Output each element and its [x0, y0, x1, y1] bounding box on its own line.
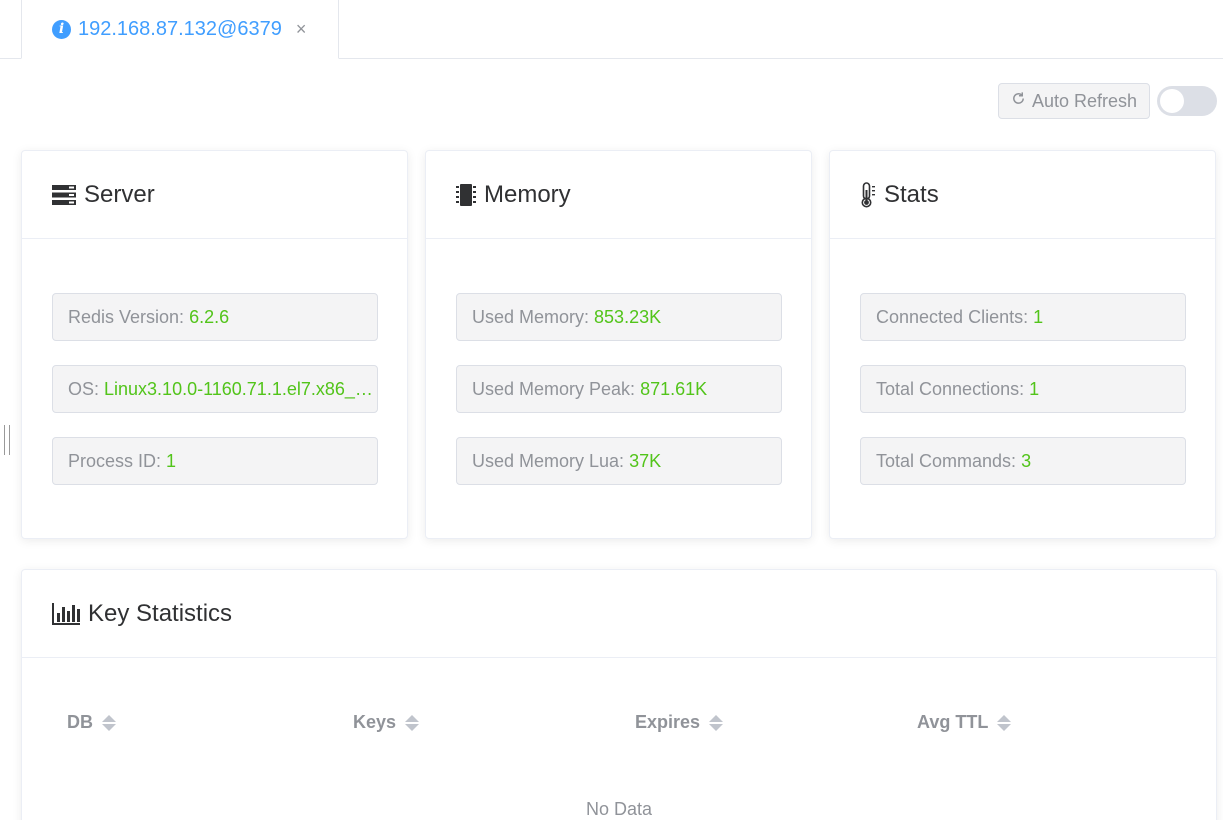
connection-tab[interactable]: i 192.168.87.132@6379 × [21, 0, 339, 59]
stat-value: 871.61K [640, 378, 708, 399]
stat-value: 1 [166, 450, 177, 471]
used-memory-peak-item: Used Memory Peak: 871.61K [456, 365, 782, 413]
stat-label: Connected Clients: [876, 306, 1029, 327]
column-db[interactable]: DB [67, 712, 116, 733]
server-icon [52, 184, 76, 205]
stat-value: 6.2.6 [189, 306, 230, 327]
sort-icon[interactable] [997, 714, 1012, 731]
auto-refresh-toggle[interactable] [1157, 86, 1217, 116]
connection-tab-label: 192.168.87.132@6379 [78, 17, 282, 40]
toggle-knob [1160, 89, 1184, 113]
stat-value: 1 [1029, 378, 1040, 399]
bar-chart-icon [52, 602, 80, 625]
info-icon: i [52, 19, 71, 39]
stat-label: OS: [68, 378, 100, 399]
total-commands-item: Total Commands: 3 [860, 437, 1186, 485]
total-connections-item: Total Connections: 1 [860, 365, 1186, 413]
table-header: DB Keys Expires Avg TTL [22, 712, 1216, 736]
column-label: Avg TTL [917, 712, 989, 732]
tab-bar: i 192.168.87.132@6379 × [0, 0, 1223, 59]
stat-label: Used Memory Peak: [472, 378, 636, 399]
memory-card-header: Memory [426, 151, 811, 239]
sort-icon[interactable] [405, 714, 420, 731]
stat-value: 3 [1021, 450, 1032, 471]
resize-handle[interactable] [4, 425, 10, 455]
os-item: OS: Linux3.10.0-1160.71.1.el7.x86_6... [52, 365, 378, 413]
memory-title: Memory [484, 180, 571, 208]
column-keys[interactable]: Keys [353, 712, 420, 733]
empty-table-text: No Data [585, 799, 653, 819]
stat-label: Used Memory: [472, 306, 590, 327]
column-expires[interactable]: Expires [635, 712, 724, 733]
process-id-item: Process ID: 1 [52, 437, 378, 485]
stats-card: Stats Connected Clients: 1 Total Connecti… [829, 150, 1216, 539]
thermometer-icon [860, 181, 876, 208]
stat-label: Process ID: [68, 450, 162, 471]
memory-card: Memory Used Memory: 853.23K Used Memory P… [425, 150, 812, 539]
column-label: Keys [353, 712, 397, 732]
sort-icon[interactable] [709, 714, 724, 731]
column-avg-ttl[interactable]: Avg TTL [917, 712, 1012, 733]
stat-label: Used Memory Lua: [472, 450, 625, 471]
stats-card-header: Stats [830, 151, 1215, 239]
auto-refresh-label: Auto Refresh [1031, 90, 1138, 111]
stat-label: Total Connections: [876, 378, 1025, 399]
server-card-header: Server [22, 151, 407, 239]
stat-value: 853.23K [594, 306, 662, 327]
key-statistics-header: Key Statistics [22, 570, 1216, 658]
connected-clients-item: Connected Clients: 1 [860, 293, 1186, 341]
redis-version-item: Redis Version: 6.2.6 [52, 293, 378, 341]
server-card: Server Redis Version: 6.2.6 OS: Linux3.10.… [21, 150, 408, 539]
used-memory-item: Used Memory: 853.23K [456, 293, 782, 341]
stat-label: Redis Version: [68, 306, 185, 327]
refresh-icon [1011, 91, 1026, 111]
key-statistics-card: Key Statistics DB Keys Expires Avg TTL N… [21, 569, 1217, 820]
stats-title: Stats [884, 180, 939, 208]
stat-value: Linux3.10.0-1160.71.1.el7.x86_6... [104, 378, 377, 399]
server-title: Server [84, 180, 155, 208]
memory-chip-icon [456, 183, 476, 207]
stat-value: 1 [1033, 306, 1044, 327]
close-icon[interactable]: × [296, 19, 307, 40]
stat-label: Total Commands: [876, 450, 1017, 471]
sort-icon[interactable] [102, 714, 116, 731]
key-statistics-title: Key Statistics [88, 599, 233, 627]
auto-refresh-button[interactable]: Auto Refresh [998, 83, 1150, 119]
stat-value: 37K [629, 450, 662, 471]
column-label: Expires [635, 712, 701, 732]
column-label: DB [67, 712, 93, 732]
used-memory-lua-item: Used Memory Lua: 37K [456, 437, 782, 485]
